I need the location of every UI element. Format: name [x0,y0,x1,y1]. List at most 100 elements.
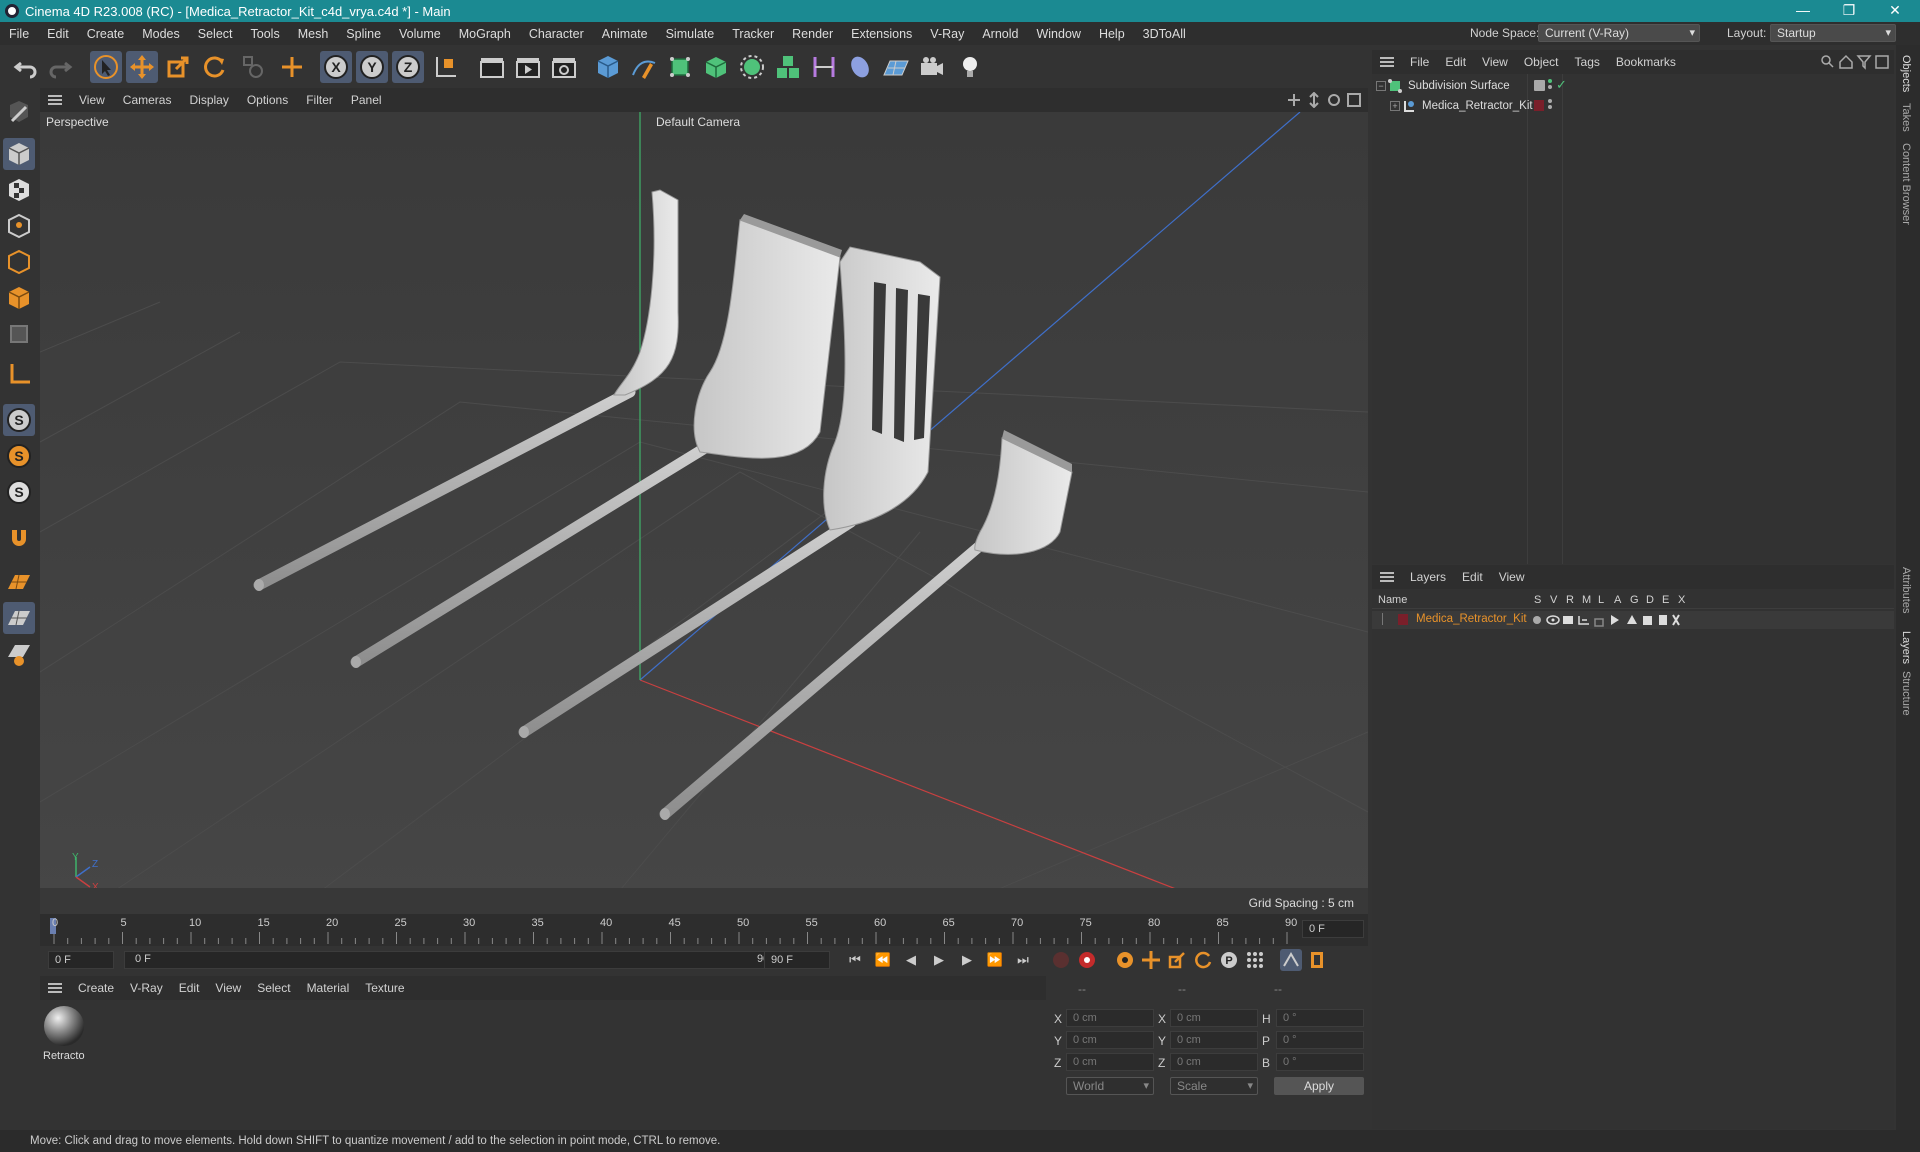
record-keys-button[interactable] [1050,949,1072,971]
menu-simulate[interactable]: Simulate [657,27,724,41]
rotate-tool[interactable] [198,51,230,83]
transform-mode-dropdown[interactable]: Scale [1170,1077,1258,1095]
layer-row[interactable]: Medica_Retractor_Kit [1372,611,1894,629]
key-position-button[interactable] [1140,949,1162,971]
recent-tool[interactable] [236,51,268,83]
tab-structure[interactable]: Structure [1900,671,1912,716]
tab-attributes[interactable]: Attributes [1900,567,1912,613]
node-space-dropdown[interactable]: Current (V-Ray) [1538,24,1700,42]
rot-b-field[interactable]: 0 ° [1276,1053,1364,1071]
go-to-start-button[interactable]: ⏮ [844,949,866,971]
timeline-view-button[interactable] [1280,949,1302,971]
planar-workplane-button[interactable] [3,638,35,670]
tweak-mode-button[interactable] [3,522,35,554]
render-picture-viewer-button[interactable] [512,51,544,83]
menu-extensions[interactable]: Extensions [842,27,921,41]
light-button[interactable] [954,51,986,83]
object-row-subdivision[interactable]: − Subdivision Surface ✓ [1376,77,1876,96]
3d-viewport[interactable]: Perspective Default Camera Y Z X Grid Sp… [40,112,1368,914]
objects-menu-file[interactable]: File [1402,55,1437,69]
viewport-menu-panel[interactable]: Panel [342,93,391,107]
deformer-button[interactable] [808,51,840,83]
menu-edit[interactable]: Edit [38,27,78,41]
rot-p-field[interactable]: 0 ° [1276,1031,1364,1049]
viewport-navigation-icons[interactable] [1288,92,1368,108]
live-selection-tool[interactable] [90,51,122,83]
auto-key-button[interactable] [1076,949,1098,971]
edges-mode-button[interactable] [3,246,35,278]
move-tool[interactable] [126,51,158,83]
maximize-button[interactable]: ❐ [1826,0,1872,22]
viewport-hamburger-icon[interactable] [48,95,62,105]
pos-x-field[interactable]: 0 cm [1066,1009,1154,1027]
expand-toggle-icon[interactable]: + [1390,101,1400,111]
undo-button[interactable] [10,51,42,83]
current-frame-field[interactable]: 0 F [1302,920,1364,938]
viewport-menu-view[interactable]: View [70,93,114,107]
viewport-menu-options[interactable]: Options [238,93,297,107]
extrude-button[interactable] [700,51,732,83]
mograph-cloner-button[interactable] [736,51,768,83]
minimize-button[interactable]: — [1780,0,1826,22]
objects-menu-bookmarks[interactable]: Bookmarks [1608,55,1684,69]
polygons-mode-button[interactable] [3,282,35,314]
workplane-button[interactable] [3,566,35,598]
frame-range-slider[interactable]: 0 F 90 F [124,951,788,969]
menu-mesh[interactable]: Mesh [289,27,338,41]
objects-menu-view[interactable]: View [1474,55,1516,69]
redo-button[interactable] [44,51,76,83]
next-key-button[interactable]: ⏩ [984,949,1006,971]
transform-tool[interactable] [276,51,308,83]
layer-name[interactable]: Medica_Retractor_Kit [1416,613,1527,625]
tab-layers[interactable]: Layers [1900,631,1912,664]
layers-menu-edit[interactable]: Edit [1454,570,1491,584]
viewport-menu-filter[interactable]: Filter [297,93,342,107]
size-x-field[interactable]: 0 cm [1170,1009,1258,1027]
material-menu-material[interactable]: Material [299,981,358,995]
material-menu-edit[interactable]: Edit [171,981,208,995]
coordinate-system-button[interactable] [430,51,462,83]
menu-arnold[interactable]: Arnold [973,27,1027,41]
timeline-ruler[interactable]: 0 5 10 15 20 25 30 35 40 45 50 55 60 65 70 75 80 85 90 0 F [40,914,1368,946]
visibility-dots-icon[interactable] [1548,99,1553,113]
edit-tag-icon[interactable] [1534,80,1545,91]
spline-pen-button[interactable] [628,51,660,83]
material-swatch[interactable]: Retracto [42,1004,86,1064]
expand-toggle-icon[interactable]: − [1376,81,1386,91]
material-menu-texture[interactable]: Texture [357,981,412,995]
material-menu-create[interactable]: Create [70,981,122,995]
viewport-menu-display[interactable]: Display [180,93,237,107]
mograph-matrix-button[interactable] [772,51,804,83]
key-scale-button[interactable] [1166,949,1188,971]
y-axis-lock[interactable]: Y [356,51,388,83]
timeline-filmstrip-button[interactable] [1306,949,1328,971]
layer-flag-icons[interactable] [1532,613,1680,627]
play-button[interactable]: ▶ [928,949,950,971]
texture-mode-button[interactable] [3,174,35,206]
tab-content-browser[interactable]: Content Browser [1900,143,1912,225]
visibility-dots-icon[interactable] [1548,79,1553,93]
size-z-field[interactable]: 0 cm [1170,1053,1258,1071]
material-hamburger-icon[interactable] [48,983,62,993]
floor-button[interactable] [880,51,912,83]
go-to-end-button[interactable]: ⏭ [1012,949,1034,971]
layer-color-swatch[interactable] [1534,100,1544,111]
snap-settings-button[interactable]: S [3,440,35,472]
key-rotation-button[interactable] [1192,949,1214,971]
menu-window[interactable]: Window [1027,27,1089,41]
objects-menu-object[interactable]: Object [1516,55,1567,69]
camera-name[interactable]: Default Camera [656,115,740,129]
menu-select[interactable]: Select [189,27,242,41]
menu-modes[interactable]: Modes [133,27,189,41]
previous-key-button[interactable]: ⏪ [872,949,894,971]
cube-primitive-button[interactable] [592,51,624,83]
tab-takes[interactable]: Takes [1900,103,1912,132]
menu-animate[interactable]: Animate [593,27,657,41]
coordinate-mode-dropdown[interactable]: World [1066,1077,1154,1095]
subdivision-button[interactable] [664,51,696,83]
menu-3dtoall[interactable]: 3DToAll [1134,27,1195,41]
end-frame-field[interactable]: 90 F [764,951,830,969]
axis-mode-button[interactable] [3,358,35,390]
camera-button[interactable] [916,51,948,83]
menu-help[interactable]: Help [1090,27,1134,41]
